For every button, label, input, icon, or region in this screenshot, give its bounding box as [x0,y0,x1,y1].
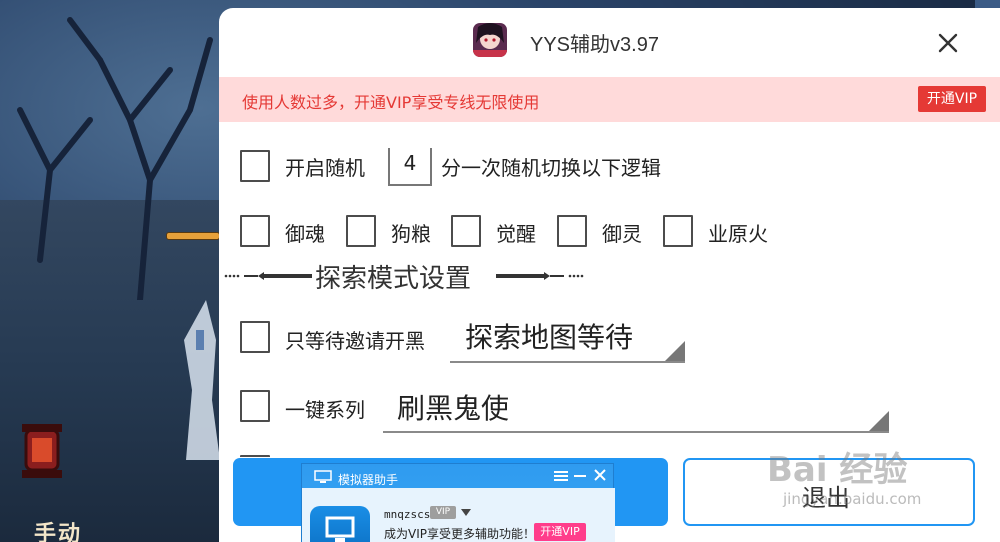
mode-label-gouliang: 狗粮 [391,222,431,246]
mode-checkbox-juexing[interactable] [451,215,481,247]
tree-silhouette [17,17,213,300]
helper-message: 成为VIP享受更多辅助功能！ [384,527,535,541]
mode-label-yeyuanhuo: 业原火 [708,222,768,246]
manual-mode-label: 手动 [34,521,83,542]
invite-only-label: 只等待邀请开黑 [285,329,425,353]
health-bar [166,232,220,240]
emulator-helper-popup[interactable]: 模拟器助手 mnqzscs VIP 成为VIP享受更多辅助功能！ 开通VIP [301,463,615,542]
manual-mode-button[interactable]: 手动 [22,500,102,542]
random-mode-suffix: 分一次随机切换以下逻辑 [441,156,661,180]
helper-body: mnqzscs VIP 成为VIP享受更多辅助功能！ 开通VIP [302,488,615,542]
dropdown-arrow-icon [869,411,889,431]
title-bar: YYS辅助v3.97 [219,8,1000,77]
explore-mode-select[interactable]: 探索地图等待 [450,308,685,363]
character-figure [184,300,220,460]
mode-checkbox-yuhun[interactable] [240,215,270,247]
helper-username: mnqzscs [384,508,431,521]
close-icon [938,33,958,53]
mode-label-yuhun: 御魂 [285,222,325,246]
explore-mode-value: 探索地图等待 [465,321,634,354]
hidden-option-checkbox[interactable] [240,455,270,457]
random-mode-prefix: 开启随机 [285,156,365,180]
assistant-dialog: YYS辅助v3.97 使用人数过多，开通VIP享受专线无限使用 开通VIP 开启… [219,8,1000,542]
dropdown-arrow-icon[interactable] [461,509,471,517]
helper-header: 模拟器助手 [302,464,615,488]
notice-banner: 使用人数过多，开通VIP享受专线无限使用 开通VIP [219,77,1000,122]
series-value: 刷黑鬼使 [397,392,510,425]
helper-avatar [310,506,370,542]
helper-title: 模拟器助手 [338,473,399,487]
series-select[interactable]: 刷黑鬼使 [383,377,889,433]
notice-text: 使用人数过多，开通VIP享受专线无限使用 [242,93,540,112]
helper-vip-badge: VIP [430,506,456,519]
dialog-title: YYS辅助v3.97 [530,34,659,56]
mode-checkbox-yuling[interactable] [557,215,587,247]
open-vip-button[interactable]: 开通VIP [918,86,986,112]
monitor-icon [325,516,355,542]
invite-only-checkbox[interactable] [240,321,270,353]
exit-button-label: 退出 [802,484,850,512]
settings-panel[interactable]: 开启随机 4 分一次随机切换以下逻辑 御魂 狗粮 觉醒 御灵 业原火 探索模式设… [219,122,1000,457]
app-icon [473,23,507,57]
exit-button[interactable]: 退出 [683,458,975,526]
helper-open-vip-button[interactable]: 开通VIP [534,523,586,541]
mode-label-yuling: 御灵 [602,222,642,246]
mode-checkbox-gouliang[interactable] [346,215,376,247]
section-title: 探索模式设置 [315,264,472,294]
close-icon[interactable] [594,469,606,481]
section-header: 探索模式设置 [224,256,584,296]
monitor-icon [314,470,332,483]
minimize-icon[interactable] [574,470,586,482]
mode-checkbox-yeyuanhuo[interactable] [663,215,693,247]
lantern-icon [22,424,62,478]
random-minutes-input[interactable]: 4 [388,148,432,186]
dropdown-arrow-icon [665,341,685,361]
menu-icon[interactable] [554,470,568,482]
close-button[interactable] [933,28,963,58]
one-click-series-label: 一键系列 [285,398,365,422]
random-mode-checkbox[interactable] [240,150,270,182]
mode-label-juexing: 觉醒 [496,222,536,246]
one-click-series-checkbox[interactable] [240,390,270,422]
